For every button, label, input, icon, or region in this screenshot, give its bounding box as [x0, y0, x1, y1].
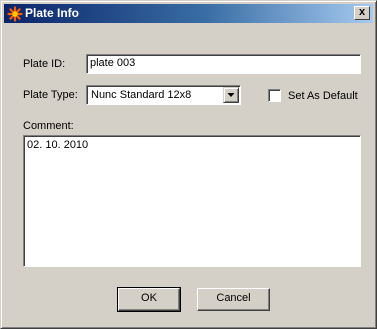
- set-default-checkbox[interactable]: [268, 89, 281, 102]
- plate-type-value: Nunc Standard 12x8: [91, 89, 192, 101]
- comment-textarea[interactable]: 02. 10. 2010: [23, 135, 361, 267]
- comment-value: 02. 10. 2010: [27, 139, 89, 151]
- ok-button[interactable]: OK: [117, 287, 181, 312]
- cancel-button[interactable]: Cancel: [197, 288, 270, 311]
- dropdown-button[interactable]: [223, 87, 239, 103]
- star-app-icon: [7, 6, 23, 22]
- close-icon: x: [358, 6, 366, 18]
- comment-label: Comment:: [23, 120, 74, 132]
- plate-type-select[interactable]: Nunc Standard 12x8: [86, 85, 241, 105]
- window-title: Plate Info: [25, 6, 80, 20]
- set-default-label[interactable]: Set As Default: [288, 90, 358, 103]
- title-bar[interactable]: Plate Info x: [4, 4, 373, 23]
- chevron-down-icon: [227, 93, 235, 97]
- plate-info-dialog: Plate Info x Plate ID: plate 003 Plate T…: [0, 0, 377, 329]
- plate-id-input[interactable]: plate 003: [86, 54, 361, 74]
- close-button[interactable]: x: [354, 6, 370, 20]
- plate-id-label: Plate ID:: [23, 58, 66, 70]
- plate-id-value: plate 003: [90, 57, 136, 69]
- plate-type-label: Plate Type:: [23, 89, 78, 101]
